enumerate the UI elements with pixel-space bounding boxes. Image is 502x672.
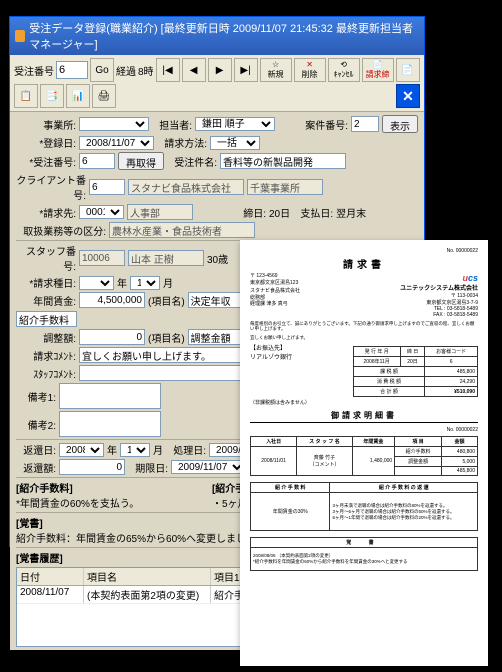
memo2-label: 備考2:: [16, 417, 56, 432]
billtype-y[interactable]: [79, 276, 114, 290]
fee-rules-table: 紹 介 手 数 料紹 介 手 数 料 の 返 還 年間賃金の30% 3ヶ月未満で…: [250, 482, 478, 531]
first-button[interactable]: |◀: [156, 58, 180, 82]
elapsed-label: 経過: [116, 63, 136, 78]
staffno-input: [79, 250, 125, 266]
person-select[interactable]: 鎌田 順子: [195, 117, 275, 131]
print-button[interactable]: 📄: [396, 58, 420, 82]
orderno2-label: *受注番号:: [16, 154, 76, 169]
office-label: 事業所:: [16, 117, 76, 132]
last-button[interactable]: ▶|: [234, 58, 258, 82]
jobclass-input: [109, 222, 255, 238]
staffcomment-label: ｽﾀｯﾌｺﾒﾝﾄ:: [16, 366, 76, 381]
client-input[interactable]: [89, 179, 125, 195]
office-select[interactable]: [79, 117, 149, 131]
misc2-button[interactable]: 📑: [40, 84, 64, 108]
order-no-input[interactable]: [56, 61, 88, 79]
staff-age: 30歳: [207, 251, 228, 266]
close-button[interactable]: ✕: [396, 84, 420, 108]
col-item: 項目名: [84, 568, 211, 585]
invoice-summary: 発 行 年 月締 日お客様コード 2008年11月20日6 課 税 額485,8…: [353, 346, 478, 397]
company-logo: cs: [400, 273, 478, 283]
billto-code[interactable]: 0001: [79, 205, 124, 219]
adjust-item-input[interactable]: [188, 329, 244, 345]
memo2-input[interactable]: [59, 411, 161, 437]
salary-input[interactable]: [79, 292, 145, 308]
misc1-button[interactable]: 📋: [14, 84, 38, 108]
ordername-input[interactable]: [220, 153, 346, 169]
show-button[interactable]: 表示: [382, 115, 418, 133]
titlebar: 受注データ登録(職業紹介) [最終更新日時 2009/11/07 21:45:3…: [10, 17, 424, 55]
invoice-close-button[interactable]: 📄請求締: [362, 58, 394, 82]
misc4-button[interactable]: 🖨: [92, 84, 116, 108]
caseno-label: 案件番号:: [298, 117, 348, 132]
returndate-m[interactable]: 11: [120, 443, 150, 457]
delete-button[interactable]: ✕削除: [294, 58, 326, 82]
memo1-input[interactable]: [59, 383, 161, 409]
closing-label: 締日:: [236, 205, 266, 220]
orderno2-input[interactable]: [79, 153, 115, 169]
returnamt-label: 返還額:: [16, 460, 56, 475]
elapsed-value: 8時: [138, 63, 154, 78]
client-name: [128, 179, 244, 195]
regdate-label: *登録日:: [16, 135, 76, 150]
billtype-label: *請求種日:: [16, 275, 76, 290]
prev-button[interactable]: ◀: [182, 58, 206, 82]
order-no-label: 受注番号: [14, 63, 54, 78]
invoice-bank: 【お振込先】 リアルゾウ銀行: [250, 343, 349, 397]
misc3-button[interactable]: 📊: [66, 84, 90, 108]
caseno-input[interactable]: [351, 116, 379, 132]
returndate-y[interactable]: 2008: [59, 443, 104, 457]
billto-name: [127, 204, 193, 220]
billto-label: *請求先:: [16, 205, 76, 220]
deadline-label: 期限日:: [128, 460, 168, 475]
introfee-rule: *年間賃金の60%を支払う。: [16, 495, 209, 510]
adjust-input[interactable]: [79, 329, 145, 345]
toolbar: 受注番号 Go 経過 8時 |◀ ◀ ▶ ▶| ☆新規 ✕削除 ⟲ｷｬﾝｾﾙ 📄…: [10, 55, 424, 112]
deadline-select[interactable]: 2009/11/07: [171, 460, 246, 474]
cancel-button[interactable]: ⟲ｷｬﾝｾﾙ: [328, 58, 360, 82]
billcomment-label: 請求ｺﾒﾝﾄ:: [16, 348, 76, 363]
salary-item-input[interactable]: [188, 292, 244, 308]
staffno-label: スタッフ番号:: [16, 243, 76, 273]
jobclass-label: 取扱業務等の区分:: [16, 223, 106, 238]
client-office: [247, 179, 323, 195]
new-button[interactable]: ☆新規: [260, 58, 292, 82]
window-title: 受注データ登録(職業紹介) [最終更新日時 2009/11/07 21:45:3…: [29, 20, 419, 52]
next-button[interactable]: ▶: [208, 58, 232, 82]
invoice-from: 〒 123-4569 東京都文京区湯島123 スタナビ食品株式会社 総務部 経理…: [250, 273, 300, 318]
procdate-label: 処理日:: [166, 442, 206, 457]
app-icon: [15, 30, 25, 42]
returndate-label: 返還日:: [16, 442, 56, 457]
returnamt-input[interactable]: [59, 459, 125, 475]
paydue-label: 支払日:: [293, 205, 333, 220]
invoice-greeting: 毎度格別のお引立て、誠にありがとうございます。下記の通り御請求申し上げますのでご…: [250, 321, 478, 332]
closing-value: 20日: [269, 205, 290, 220]
memo-table: 覚 書 2008/08/06 （本契約表面第2項の変更） *紹介手数料を年間賃金…: [250, 537, 478, 571]
invoice-title: 請求書: [250, 256, 478, 271]
adjust-label: 調整額:: [16, 330, 76, 345]
reget-button[interactable]: 再取得: [118, 152, 164, 170]
invoice-to: cs ユニテックシステム株式会社 〒 113-0034 東京都文京区湯島3-7-…: [400, 273, 478, 318]
col-date: 日付: [17, 568, 84, 585]
person-label: 担当者:: [152, 117, 192, 132]
client-label: クライアント番号:: [16, 172, 86, 202]
introfee-header: [紹介手数料]: [16, 480, 209, 495]
billtype-m[interactable]: 11: [130, 276, 160, 290]
regdate-select[interactable]: 2008/11/07: [79, 136, 154, 150]
go-button[interactable]: Go: [90, 58, 114, 82]
detail-table: 入社日ス タ ッ フ 名年間賃金項 目金額 2008/11/01 斉藤 竹子（コ…: [250, 436, 478, 476]
memo1-label: 備考1:: [16, 389, 56, 404]
billmethod-select[interactable]: 一括: [210, 136, 260, 150]
billmethod-label: 請求方法:: [157, 135, 207, 150]
staffname-input: [128, 250, 204, 266]
detail-title: 御請求明細書: [250, 410, 478, 423]
paydue-value: 翌月末: [336, 205, 366, 220]
invoice-preview: No. 00000022 請求書 〒 123-4569 東京都文京区湯島123 …: [240, 240, 488, 666]
salary-label: 年間賃金:: [16, 293, 76, 308]
introfee-item-input[interactable]: [16, 311, 77, 327]
ordername-label: 受注件名:: [167, 154, 217, 169]
